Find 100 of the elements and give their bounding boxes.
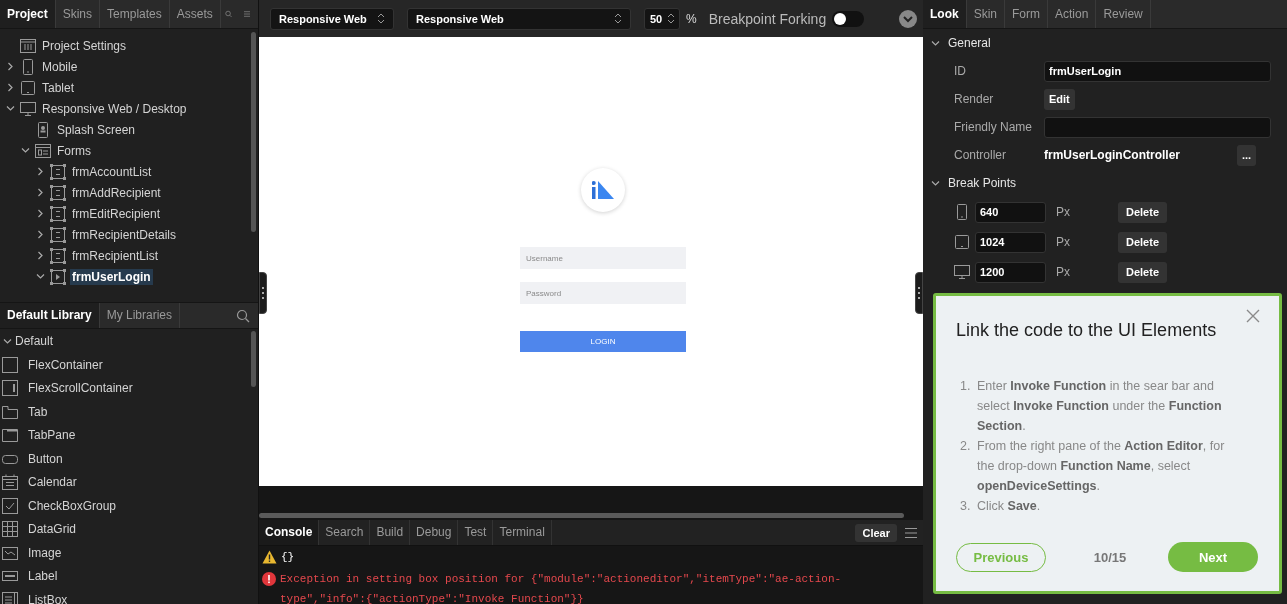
chevron-icon[interactable]	[35, 167, 45, 176]
clear-button[interactable]: Clear	[855, 523, 897, 542]
step-number: 3.	[960, 498, 972, 515]
resize-handle[interactable]	[915, 272, 923, 314]
step-number: 1.	[960, 378, 972, 395]
login-button[interactable]: LOGIN	[520, 331, 686, 352]
chevron-icon[interactable]	[3, 336, 12, 346]
step-text: Enter Invoke Function in the sear bar and select Invoke Function under the Function Section.	[977, 378, 1223, 435]
panel-tab[interactable]: My Libraries	[99, 303, 181, 328]
properties-tab[interactable]: Skin	[966, 0, 1005, 28]
library-item[interactable]: Tab	[28, 404, 48, 419]
step-text: From the right pane of the Action Editor, for the drop-down Function Name, select openDeviceSettings.	[977, 438, 1226, 495]
console-tab[interactable]: Build	[370, 520, 411, 545]
form-icon	[49, 267, 67, 286]
console-tab[interactable]: Debug	[410, 520, 459, 545]
properties-tab[interactable]: Look	[923, 0, 967, 28]
chevron-icon[interactable]	[5, 62, 15, 71]
library-item[interactable]: FlexContainer	[28, 357, 103, 372]
checkbox-icon	[1, 496, 19, 515]
breakpoint-field[interactable]: 1200	[975, 261, 1046, 283]
library-item[interactable]: ListBox	[28, 592, 68, 604]
app-logo-icon	[581, 168, 625, 212]
calendar-icon	[1, 473, 19, 492]
up-down-arrows-icon	[377, 13, 385, 24]
platform-select[interactable]: Responsive Web	[270, 7, 394, 30]
id-field[interactable]: frmUserLogin	[1044, 60, 1271, 82]
channel-select[interactable]: Responsive Web	[407, 7, 631, 30]
chevron-icon[interactable]	[35, 230, 45, 239]
panel-tab[interactable]: Project	[0, 0, 56, 28]
tree-item[interactable]: Splash Screen	[55, 121, 138, 138]
library-item[interactable]: DataGrid	[28, 522, 77, 537]
properties-tab[interactable]: Form	[1005, 0, 1048, 28]
group-label[interactable]: Default	[15, 334, 54, 348]
chevron-icon[interactable]	[35, 209, 45, 218]
tree-item[interactable]: frmAddRecipient	[70, 184, 163, 201]
tutorial-title: Link the code to the UI Elements	[956, 320, 1218, 341]
chevron-icon[interactable]	[35, 188, 45, 197]
tree-item[interactable]: frmRecipientList	[70, 247, 161, 264]
scrollbar[interactable]	[251, 32, 256, 232]
form-icon	[49, 246, 67, 265]
library-item[interactable]: CheckBoxGroup	[28, 498, 117, 513]
panel-tab[interactable]: Skins	[55, 0, 101, 28]
tree-item[interactable]: frmAccountList	[70, 163, 154, 180]
console-tab[interactable]: Terminal	[493, 520, 552, 545]
toggle-switch[interactable]	[832, 10, 865, 27]
password-field[interactable]: Password	[520, 282, 686, 304]
delete-button[interactable]: Delete	[1118, 261, 1168, 283]
console-tab[interactable]: Search	[319, 520, 371, 545]
console-tab[interactable]: Test	[458, 520, 494, 545]
tree-item[interactable]: frmRecipientDetails	[70, 226, 179, 243]
tree-item[interactable]: frmEditRecipient	[70, 205, 163, 222]
browse-button[interactable]: ...	[1237, 144, 1256, 166]
panel-tab[interactable]: Default Library	[0, 303, 100, 328]
search-icon[interactable]	[236, 308, 250, 323]
log-message: Exception in setting box position for {"module":"actioneditor","itemType":"ae-action-type","info":{"actionType":"Invoke Function"}}	[280, 572, 843, 604]
properties-tab[interactable]: Action	[1048, 0, 1097, 28]
delete-button[interactable]: Delete	[1118, 231, 1168, 253]
tablet-icon	[19, 78, 37, 97]
console-tab[interactable]: Console	[259, 520, 320, 545]
tree-item[interactable]: Project Settings	[40, 37, 129, 54]
chevron-icon[interactable]	[931, 178, 940, 188]
library-item[interactable]: TabPane	[28, 428, 76, 443]
chevron-icon[interactable]	[5, 83, 15, 92]
tree-item[interactable]: frmUserLogin	[70, 268, 153, 285]
up-down-arrows-icon[interactable]	[667, 13, 675, 24]
scrollbar[interactable]	[259, 513, 904, 518]
tree-item[interactable]: Forms	[55, 142, 93, 159]
friendly-name-field[interactable]	[1044, 116, 1271, 138]
unit-label: Px	[1056, 205, 1071, 219]
property-label: Render	[954, 92, 995, 106]
panel-tab[interactable]: Assets	[169, 0, 221, 28]
chevron-icon[interactable]	[20, 146, 30, 155]
scrollbar[interactable]	[251, 331, 256, 387]
username-field[interactable]: Username	[520, 247, 686, 269]
library-item[interactable]: FlexScrollContainer	[28, 381, 133, 396]
chevron-icon[interactable]	[931, 38, 940, 48]
breakpoint-field[interactable]: 640	[975, 201, 1046, 223]
tree-item[interactable]: Tablet	[40, 79, 77, 96]
toggle-label: Breakpoint Forking	[708, 10, 827, 27]
delete-button[interactable]: Delete	[1118, 201, 1168, 223]
edit-button[interactable]: Edit	[1044, 88, 1075, 110]
menu-icon[interactable]	[905, 526, 917, 539]
dropdown-icon[interactable]	[899, 9, 917, 28]
chevron-icon[interactable]	[5, 104, 15, 113]
properties-tab[interactable]: Review	[1096, 0, 1151, 28]
library-item[interactable]: Label	[28, 569, 58, 584]
close-icon[interactable]	[1246, 309, 1260, 323]
library-item[interactable]: Button	[28, 451, 63, 466]
scroll-container-icon	[1, 379, 19, 398]
library-item[interactable]: Calendar	[28, 475, 77, 490]
breakpoint-field[interactable]: 1024	[975, 231, 1046, 253]
library-item[interactable]: Image	[28, 545, 62, 560]
panel-tab[interactable]: Templates	[100, 0, 170, 28]
up-down-arrows-icon	[614, 13, 622, 24]
tree-item[interactable]: Responsive Web / Desktop	[40, 100, 189, 117]
zoom-field[interactable]: 50	[644, 7, 680, 30]
resize-handle[interactable]	[259, 272, 267, 314]
tree-item[interactable]: Mobile	[40, 58, 80, 75]
chevron-icon[interactable]	[35, 272, 45, 281]
chevron-icon[interactable]	[35, 251, 45, 260]
